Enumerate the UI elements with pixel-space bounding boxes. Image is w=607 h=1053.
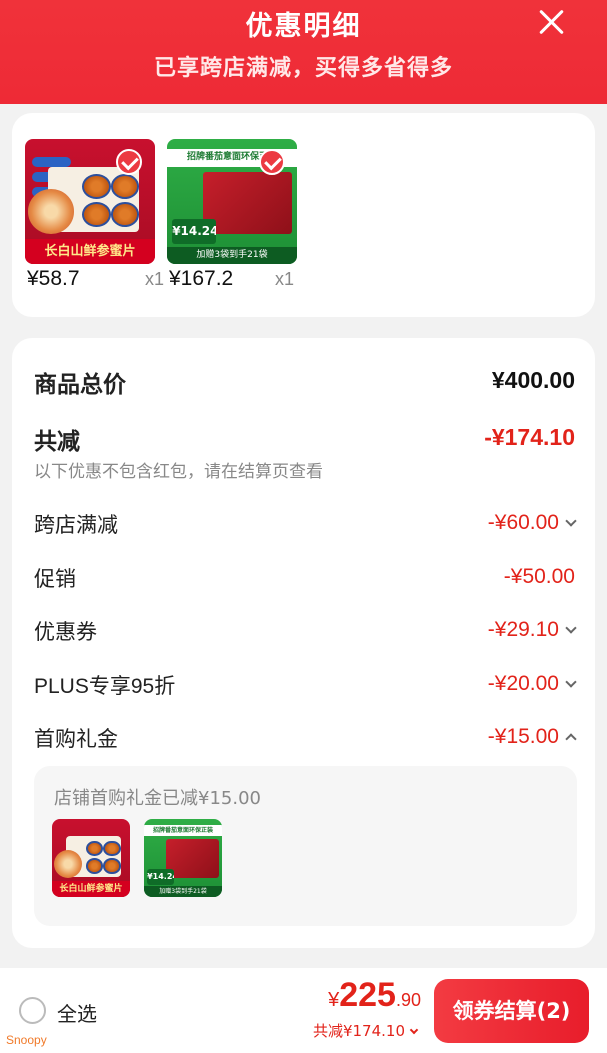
total-price: ¥225.90	[328, 976, 421, 1015]
discount-value: -¥20.00	[487, 672, 559, 695]
discount-label-coupon: 优惠券	[34, 620, 97, 644]
discount-value: -¥15.00	[487, 725, 559, 748]
discount-row-plus[interactable]: -¥20.00	[487, 672, 577, 696]
jar	[82, 201, 111, 227]
product-price-tag: ¥14.24	[172, 219, 217, 244]
product-item-ginseng[interactable]: 长白山鲜参蜜片 ¥58.7 x1	[25, 139, 164, 299]
watermark: Snoopy	[6, 1033, 47, 1047]
discount-label-first-purchase: 首购礼金	[34, 727, 118, 751]
discount-detail-header: 优惠明细 已享跨店满减，买得多省得多	[0, 0, 607, 104]
ginseng-slice	[53, 850, 82, 879]
product-quantity: x1	[145, 269, 165, 289]
checkout-bar: 全选 ¥225.90 共减¥174.10 领券结算(2)	[0, 968, 607, 1053]
select-all-label[interactable]: 全选	[57, 998, 97, 1027]
discount-value: -¥50.00	[503, 565, 575, 588]
close-icon[interactable]	[536, 6, 568, 38]
subtotal-value: ¥400.00	[491, 367, 575, 393]
gift-product-image-pasta: 招牌番茄意面环保正装 ¥14.24 加赠3袋到手21袋	[144, 819, 222, 897]
select-all-radio[interactable]	[19, 997, 46, 1024]
discount-label-plus: PLUS专享95折	[34, 675, 176, 698]
product-bags	[203, 171, 292, 234]
total-saving-text: 共减¥174.10	[312, 1022, 405, 1040]
product-price: ¥58.7	[27, 267, 80, 290]
discount-value: -¥60.00	[487, 511, 559, 534]
ginseng-slice	[27, 189, 75, 234]
selected-check-icon[interactable]	[116, 149, 142, 175]
total-decimal: .90	[395, 990, 421, 1010]
product-price: ¥167.2	[169, 267, 234, 290]
total-integer: 225	[339, 976, 396, 1014]
price-breakdown-card: 商品总价 ¥400.00 共减 -¥174.10 以下优惠不包含红包，请在结算页…	[12, 338, 595, 948]
jar	[110, 201, 140, 227]
jar	[103, 840, 121, 857]
selected-products-card: 长白山鲜参蜜片 ¥58.7 x1 招牌番茄意面环保正装 ¥14.24 加赠3袋到…	[12, 113, 595, 317]
chevron-down-icon[interactable]	[565, 622, 577, 634]
gift-product-image-ginseng: 长白山鲜参蜜片	[52, 819, 130, 897]
discount-row-promotion: -¥50.00	[504, 565, 575, 589]
discount-note: 以下优惠不包含红包，请在结算页查看	[34, 462, 323, 482]
product-price-tag: ¥14.24	[147, 868, 174, 885]
product-footer-tag: 加赠3袋到手21袋	[144, 886, 222, 897]
jar	[103, 858, 121, 874]
gift-panel-text: 店铺首购礼金已减¥15.00	[54, 788, 261, 809]
promo-tag	[31, 156, 71, 167]
product-item-pasta[interactable]: 招牌番茄意面环保正装 ¥14.24 加赠3袋到手21袋 ¥167.2 x1	[167, 139, 302, 299]
jar	[86, 858, 104, 874]
selected-check-icon[interactable]	[259, 149, 285, 175]
total-saving-toggle[interactable]: 共减¥174.10	[312, 1020, 419, 1041]
subtotal-label: 商品总价	[34, 372, 126, 398]
chevron-down-icon[interactable]	[565, 515, 577, 527]
product-footer-tag: 加赠3袋到手21袋	[167, 246, 297, 264]
chevron-down-icon[interactable]	[409, 1025, 419, 1035]
discount-row-first-purchase[interactable]: -¥15.00	[487, 725, 577, 749]
product-name-tag: 长白山鲜参蜜片	[52, 881, 130, 897]
product-bags	[165, 839, 219, 879]
jar	[82, 174, 111, 199]
total-discount-value: -¥174.10	[484, 424, 575, 450]
discount-row-coupon[interactable]: -¥29.10	[487, 618, 577, 642]
chevron-up-icon[interactable]	[565, 733, 577, 745]
discount-row-cross-store[interactable]: -¥60.00	[487, 511, 577, 535]
discount-label-promotion: 促销	[34, 567, 76, 591]
product-name-tag: 招牌番茄意面环保正装	[144, 825, 222, 837]
chevron-down-icon[interactable]	[565, 676, 577, 688]
total-discount-label: 共减	[34, 429, 80, 455]
product-quantity: x1	[275, 269, 295, 289]
product-name-tag: 长白山鲜参蜜片	[25, 239, 155, 264]
first-purchase-gift-panel: 店铺首购礼金已减¥15.00 长白山鲜参蜜片 招牌番茄意面环保正装 ¥14.24…	[34, 766, 577, 926]
discount-label-cross-store: 跨店满减	[34, 513, 118, 537]
page-subtitle: 已享跨店满减，买得多省得多	[153, 56, 453, 81]
total-currency: ¥	[328, 989, 340, 1011]
page-title: 优惠明细	[245, 11, 362, 42]
discount-value: -¥29.10	[487, 618, 559, 641]
checkout-button[interactable]: 领券结算(2)	[434, 979, 589, 1043]
